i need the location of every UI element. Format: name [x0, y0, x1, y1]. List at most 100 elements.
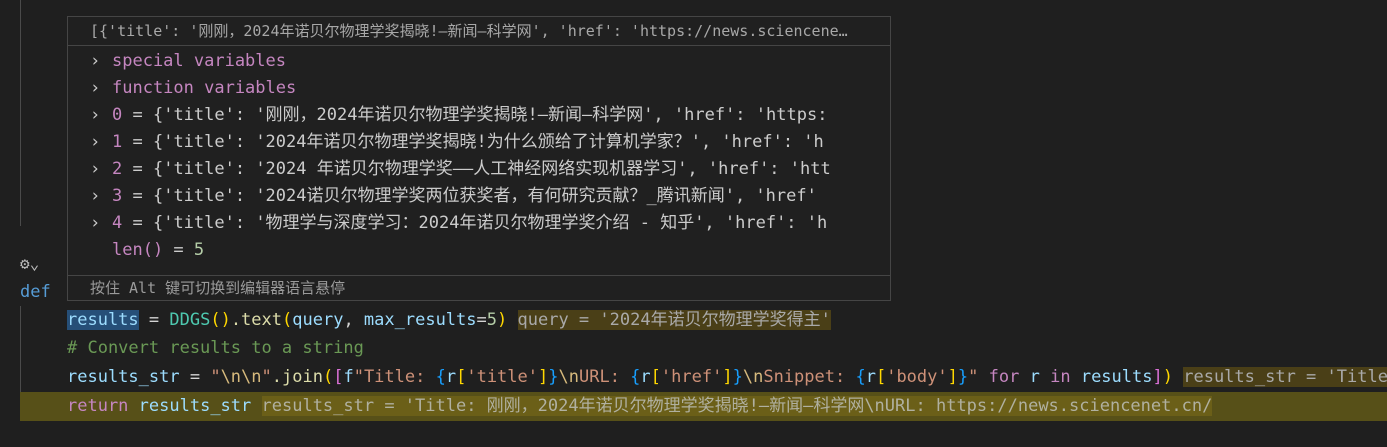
variable-key: 3 — [112, 186, 123, 206]
chevron-right-icon[interactable]: › — [90, 129, 112, 156]
variable-row[interactable]: › function variables — [68, 75, 890, 102]
code-token: " — [210, 367, 221, 387]
code-token: results — [1080, 367, 1153, 387]
code-token: ( — [322, 367, 334, 387]
variable-value: {'title': '物理学与深度学习：2024年诺贝尔物理学奖介绍 - 知乎'… — [152, 213, 828, 233]
code-token: ( — [282, 310, 293, 330]
code-token: results — [67, 310, 139, 330]
code-token: ) — [1162, 367, 1173, 387]
code-line[interactable]: results_str = "\n\n".join([f"Title: {r['… — [0, 363, 1387, 392]
variable-value: {'title': '2024年诺贝尔物理学奖揭晓!为什么颁给了计算机学家？',… — [152, 132, 824, 152]
code-token: r — [445, 367, 457, 387]
code-token: , — [343, 310, 364, 330]
code-token: = — [476, 310, 487, 330]
code-token: return — [67, 396, 129, 416]
copilot-sparkle-icon[interactable]: ⚙︎⌄ — [20, 254, 39, 273]
len-value: 5 — [193, 240, 205, 260]
code-token: [ — [333, 367, 344, 387]
code-token: } — [732, 367, 743, 387]
variable-key: function variables — [112, 78, 297, 98]
code-line[interactable]: # Convert results to a string — [0, 334, 1387, 363]
code-token: } — [548, 367, 559, 387]
code-token: [ — [650, 367, 661, 387]
code-token: DDGS — [169, 310, 211, 330]
equals: = — [122, 105, 153, 125]
code-token: # Convert results to a string — [67, 338, 364, 358]
code-line[interactable]: results = DDGS().text(query, max_results… — [0, 306, 1387, 335]
code-token: f — [343, 367, 354, 387]
chevron-right-icon[interactable]: › — [90, 156, 112, 183]
code-token: 5 — [486, 310, 498, 330]
chevron-right-icon[interactable]: › — [90, 48, 112, 75]
inline-value-hint: results_str = 'Title: ... — [1183, 367, 1387, 387]
variable-key: 1 — [112, 132, 123, 152]
code-token: results_str — [67, 367, 180, 387]
equals: = — [122, 213, 153, 233]
code-token: \n\n — [220, 367, 262, 387]
variable-value: {'title': '2024 年诺贝尔物理学奖——人工神经网络实现机器学习',… — [152, 159, 831, 179]
variable-row[interactable]: › special variables — [68, 48, 890, 75]
chevron-right-icon[interactable]: › — [90, 210, 112, 237]
variable-row[interactable]: › 2 = {'title': '2024 年诺贝尔物理学奖——人工神经网络实现机… — [68, 156, 890, 183]
code-token: for — [988, 367, 1020, 387]
variable-row[interactable]: › 1 = {'title': '2024年诺贝尔物理学奖揭晓!为什么颁给了计算机… — [68, 129, 890, 156]
code-token: Snippet: — [763, 367, 856, 387]
code-token: { — [855, 367, 866, 387]
code-token: [ — [875, 367, 887, 387]
code-token: r — [1029, 367, 1040, 387]
chevron-right-icon[interactable]: › — [90, 102, 112, 129]
code-line[interactable]: return results_str results_str = 'Title:… — [20, 392, 1387, 421]
code-token: ] — [538, 367, 549, 387]
variable-value: {'title': '2024诺贝尔物理学奖两位获奖者，有何研究贡献？_腾讯新闻… — [152, 186, 817, 206]
variable-key: special variables — [112, 51, 286, 71]
code-token: query — [292, 310, 344, 330]
inline-value-hint: query = '2024年诺贝尔物理学奖得主' — [517, 310, 831, 330]
code-token: { — [435, 367, 446, 387]
equals: = — [122, 186, 153, 206]
indent-guide — [20, 0, 21, 226]
code-token: " — [261, 367, 272, 387]
code-token: 'title' — [466, 367, 538, 387]
def-keyword: def — [20, 282, 51, 302]
code-token: ] — [722, 367, 733, 387]
variable-row[interactable]: › 0 = {'title': '刚刚，2024年诺贝尔物理学奖揭晓!—新闻—科学… — [68, 102, 890, 129]
code-token: { — [630, 367, 641, 387]
code-token: in — [1050, 367, 1071, 387]
chevron-right-icon[interactable]: › — [90, 183, 112, 210]
code-token: .join — [271, 367, 323, 387]
code-token: 'body' — [886, 367, 948, 387]
code-token: () — [210, 310, 231, 330]
hover-value-summary: [{'title': '刚刚，2024年诺贝尔物理学奖揭晓!—新闻—科学网', … — [68, 17, 890, 46]
code-token: ] — [1152, 367, 1163, 387]
variable-row[interactable]: › 4 = {'title': '物理学与深度学习：2024年诺贝尔物理学奖介绍 … — [68, 210, 890, 237]
variable-tree: › special variables › function variables › 0 … — [68, 46, 890, 237]
variable-row[interactable]: › 3 = {'title': '2024诺贝尔物理学奖两位获奖者，有何研究贡献？… — [68, 183, 890, 210]
chevron-right-icon[interactable]: › — [90, 75, 112, 102]
code-token: [ — [456, 367, 467, 387]
variable-key: 4 — [112, 213, 123, 233]
code-token: results_str — [138, 396, 252, 416]
code-token: \n — [558, 367, 579, 387]
equals: = — [122, 132, 153, 152]
variable-key: 2 — [112, 159, 123, 179]
code-token: = — [179, 367, 211, 387]
len-row: len() = 5 — [68, 237, 890, 264]
code-token: ] — [947, 367, 958, 387]
inline-value-hint: results_str = 'Title: 刚刚，2024年诺贝尔物理学奖揭晓!… — [261, 396, 1213, 416]
code-token: .text — [230, 310, 282, 330]
debug-hover-widget: [{'title': '刚刚，2024年诺贝尔物理学奖揭晓!—新闻—科学网', … — [67, 16, 891, 301]
code-token: r — [865, 367, 876, 387]
code-token: 'href' — [660, 367, 723, 387]
variable-value: {'title': '刚刚，2024年诺贝尔物理学奖揭晓!—新闻—科学网', '… — [152, 105, 828, 125]
code-token: "Title: — [353, 367, 436, 387]
equals: = — [163, 240, 194, 260]
code-token: " — [968, 367, 979, 387]
